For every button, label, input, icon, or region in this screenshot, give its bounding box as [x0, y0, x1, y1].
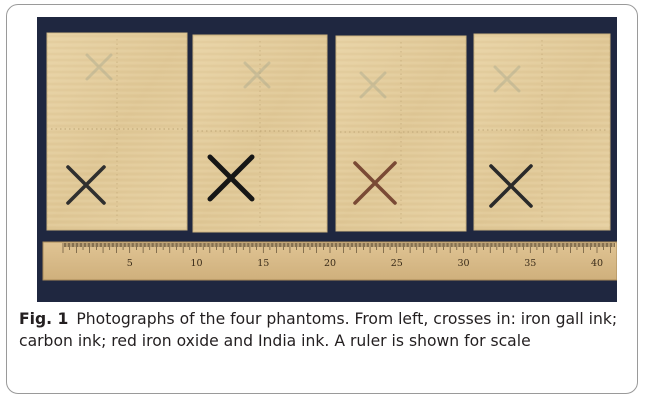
ruler-label: 10 [190, 258, 202, 269]
phantom-red-iron-oxide [335, 35, 467, 232]
phantom-photo-canvas: 5 10 15 20 25 30 35 40 [42, 32, 617, 281]
figure-label: Fig. 1 [19, 310, 69, 328]
ruler-label: 25 [391, 258, 403, 269]
phantom-carbon-ink [192, 34, 328, 233]
ruler-label: 35 [524, 258, 536, 269]
figure-caption: Fig. 1 Photographs of the four phantoms. … [19, 308, 631, 352]
phantom-india-ink [473, 33, 611, 231]
ruler-label: 20 [324, 258, 336, 269]
figure-box: 5 10 15 20 25 30 35 40 Fig. 1 Photographs of the… [6, 4, 638, 394]
phantom-photo: 5 10 15 20 25 30 35 40 [37, 17, 617, 302]
ruler-label: 15 [257, 258, 269, 269]
phantom-iron-gall-ink [46, 32, 188, 231]
figure-caption-text: Photographs of the four phantoms. From l… [19, 310, 618, 350]
ruler-label: 40 [591, 258, 603, 269]
ruler: 5 10 15 20 25 30 35 40 [42, 241, 617, 281]
ruler-label: 30 [457, 258, 469, 269]
ruler-label: 5 [127, 258, 133, 269]
